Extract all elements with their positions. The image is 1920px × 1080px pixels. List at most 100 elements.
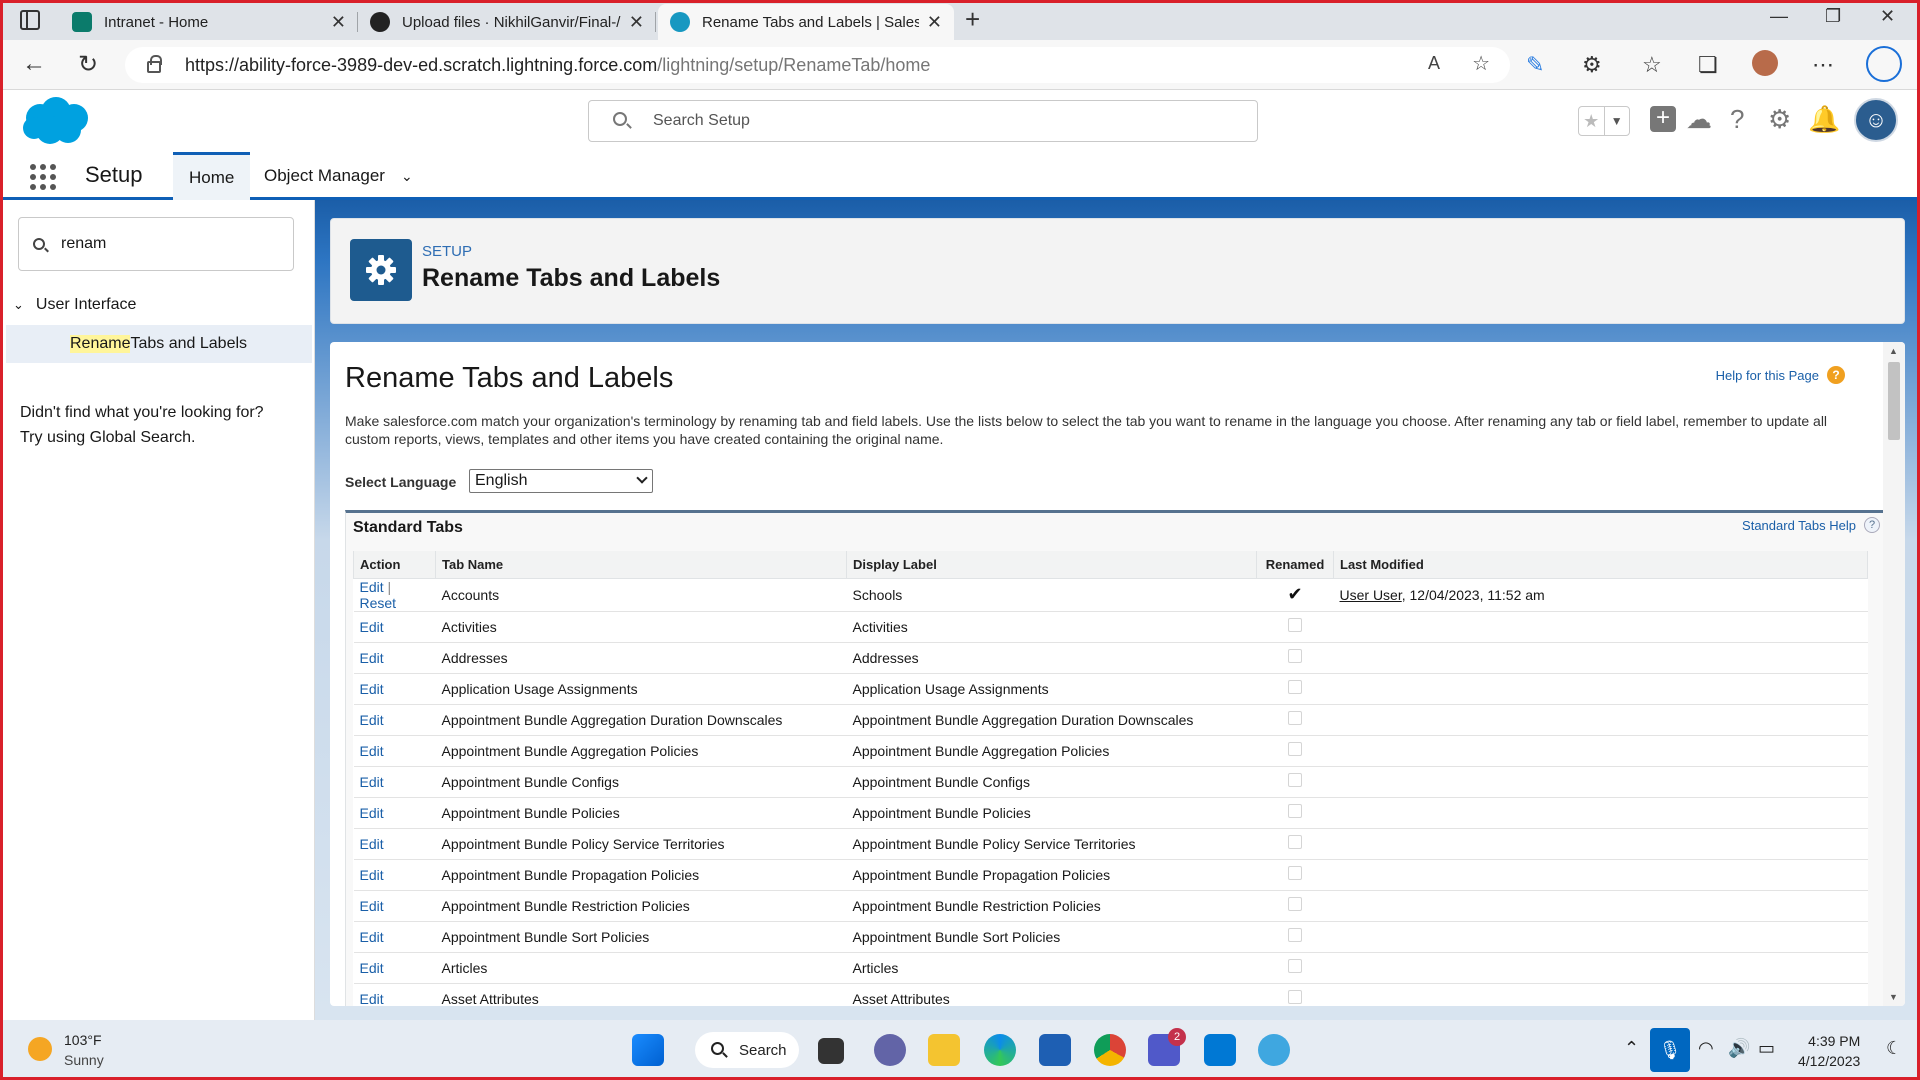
address-bar[interactable]: https://ability-force-3989-dev-ed.scratc… — [125, 47, 1510, 83]
action-cell: Edit — [353, 952, 436, 984]
main-content-card: Rename Tabs and Labels Help for this Pag… — [330, 342, 1905, 1006]
tab-name-cell: Appointment Bundle Policies — [435, 797, 847, 829]
taskbar-clock[interactable]: 4:39 PM 4/12/2023 — [1798, 1031, 1860, 1071]
refresh-icon[interactable]: ↻ — [78, 50, 98, 79]
chrome-icon[interactable] — [1094, 1034, 1126, 1066]
wifi-icon[interactable]: ◠ — [1698, 1038, 1714, 1059]
tree-node-user-interface[interactable]: ⌄ User Interface — [13, 296, 136, 314]
app-icon[interactable] — [1258, 1034, 1290, 1066]
edit-link[interactable]: Edit — [360, 681, 384, 697]
teams-icon[interactable]: 2 — [1148, 1028, 1186, 1066]
volume-icon[interactable]: 🔊 — [1728, 1038, 1750, 1059]
add-favorite-icon[interactable]: ☆ — [1472, 51, 1490, 76]
close-icon[interactable]: ✕ — [927, 12, 942, 33]
user-link[interactable]: User User — [1340, 587, 1402, 603]
notifications-bell-icon[interactable]: 🔔 — [1808, 104, 1840, 135]
tree-item-rename-tabs[interactable]: Rename Tabs and Labels — [6, 325, 312, 363]
edit-link[interactable]: Edit — [360, 991, 384, 1007]
browser-tab-intranet[interactable]: Intranet - Home ✕ — [60, 4, 358, 40]
edit-link[interactable]: Edit — [360, 774, 384, 790]
edit-link[interactable]: Edit — [360, 743, 384, 759]
user-avatar[interactable]: ☺ — [1854, 98, 1898, 142]
close-icon[interactable]: ✕ — [629, 12, 644, 33]
microphone-icon[interactable]: 🎙 — [1650, 1028, 1690, 1072]
collections-icon[interactable]: ❏ — [1698, 52, 1718, 78]
favorites-button[interactable]: ★ ▼ — [1578, 106, 1630, 136]
link-separator: | — [383, 578, 392, 595]
bing-icon[interactable] — [1866, 46, 1902, 82]
pen-icon[interactable]: ✎ — [1526, 52, 1544, 78]
store-icon[interactable] — [1039, 1034, 1071, 1066]
edit-link[interactable]: Edit — [360, 712, 384, 728]
edit-link[interactable]: Edit — [360, 929, 384, 945]
back-icon[interactable]: ← — [22, 50, 46, 78]
quick-find-input[interactable]: renam — [18, 217, 294, 271]
favorites-icon[interactable]: ☆ — [1642, 52, 1662, 78]
weather-temperature[interactable]: 103°F — [64, 1032, 102, 1048]
more-icon[interactable]: ⋯ — [1812, 52, 1834, 78]
salesforce-logo[interactable] — [20, 96, 92, 148]
standard-tabs-help-link[interactable]: Standard Tabs Help ? — [1742, 517, 1880, 533]
restore-icon[interactable]: ❐ — [1825, 6, 1841, 27]
browser-tab-salesforce[interactable]: Rename Tabs and Labels | Salesfo ✕ — [658, 4, 954, 40]
chevron-down-icon[interactable]: ⌄ — [401, 168, 413, 185]
close-window-icon[interactable]: ✕ — [1880, 6, 1895, 27]
battery-icon[interactable]: ▭ — [1758, 1038, 1775, 1059]
scroll-down-icon[interactable]: ▼ — [1889, 992, 1898, 1002]
app-launcher-icon[interactable] — [30, 164, 56, 190]
help-icon: ? — [1864, 517, 1880, 533]
sun-icon[interactable] — [28, 1037, 52, 1061]
renamed-cell — [1256, 983, 1334, 1006]
notification-center-icon[interactable]: ☾ — [1886, 1038, 1902, 1059]
edit-link[interactable]: Edit — [360, 867, 384, 883]
edge-icon[interactable] — [984, 1034, 1016, 1066]
setup-gear-icon — [350, 239, 412, 301]
search-icon — [613, 112, 627, 126]
profile-avatar[interactable] — [1752, 50, 1778, 76]
display-label-cell: Asset Attributes — [846, 983, 1257, 1006]
edit-link[interactable]: Edit — [360, 960, 384, 976]
reset-link[interactable]: Reset — [360, 595, 397, 611]
table-row: Edit Appointment Bundle Policy Service Te… — [353, 828, 1868, 860]
minimize-icon[interactable]: — — [1770, 6, 1788, 27]
unchecked-box-icon — [1288, 897, 1302, 911]
weather-condition[interactable]: Sunny — [64, 1052, 104, 1068]
edit-link[interactable]: Edit — [360, 836, 384, 852]
close-icon[interactable]: ✕ — [331, 12, 346, 33]
global-actions-icon[interactable]: + — [1650, 106, 1676, 132]
trailhead-icon[interactable]: ☁ — [1686, 104, 1712, 135]
content-scrollbar[interactable]: ▲ ▼ — [1883, 342, 1905, 1006]
edit-link[interactable]: Edit — [360, 805, 384, 821]
scroll-up-icon[interactable]: ▲ — [1889, 346, 1898, 356]
windows-start-icon[interactable] — [632, 1034, 664, 1066]
tab-object-manager[interactable]: Object Manager ⌄ — [248, 152, 429, 200]
edit-link[interactable]: Edit — [360, 898, 384, 914]
unchecked-box-icon — [1288, 804, 1302, 818]
browser-tab-github[interactable]: Upload files · NikhilGanvir/Final-/ ✕ — [358, 4, 656, 40]
edit-link[interactable]: Edit — [360, 650, 384, 666]
tab-home[interactable]: Home — [173, 152, 251, 200]
file-explorer-icon[interactable] — [928, 1034, 960, 1066]
help-link-label: Help for this Page — [1715, 367, 1819, 383]
chevron-up-icon[interactable]: ⌃ — [1624, 1038, 1639, 1059]
edit-link[interactable]: Edit — [360, 579, 384, 595]
help-for-page-link[interactable]: Help for this Page ? — [1716, 366, 1845, 384]
setup-gear-icon[interactable]: ⚙ — [1768, 104, 1791, 135]
scrollbar-thumb[interactable] — [1888, 362, 1900, 440]
last-modified-cell — [1333, 859, 1868, 891]
read-aloud-icon[interactable]: A — [1428, 53, 1440, 74]
vscode-icon[interactable] — [1204, 1034, 1236, 1066]
help-icon[interactable]: ? — [1730, 104, 1744, 135]
tab-actions-icon[interactable] — [20, 10, 40, 30]
edit-link[interactable]: Edit — [360, 619, 384, 635]
taskbar-search[interactable]: Search — [695, 1032, 799, 1068]
new-tab-icon[interactable]: + — [965, 4, 980, 35]
setup-search-input[interactable]: Search Setup — [588, 100, 1258, 142]
unchecked-box-icon — [1288, 773, 1302, 787]
tab-name-cell: Accounts — [435, 578, 847, 612]
language-select[interactable]: English — [469, 469, 653, 493]
teams-chat-icon[interactable] — [874, 1034, 906, 1066]
extensions-icon[interactable]: ⚙ — [1582, 52, 1602, 78]
task-view-icon[interactable] — [818, 1038, 844, 1064]
action-cell: Edit — [353, 766, 436, 798]
